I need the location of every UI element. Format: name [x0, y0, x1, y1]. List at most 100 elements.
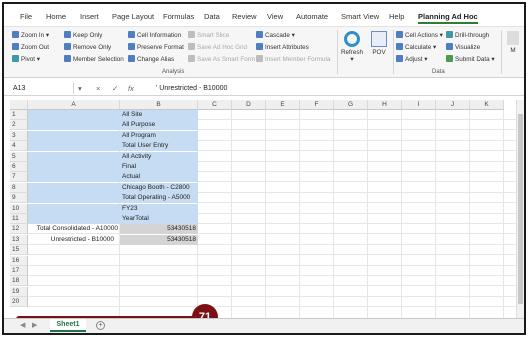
cell-b[interactable]: Actual: [120, 172, 198, 183]
cell-b[interactable]: FY23: [120, 203, 198, 214]
row-header[interactable]: 1: [10, 110, 28, 120]
column-header-a[interactable]: A: [28, 100, 120, 110]
select-all-corner[interactable]: [10, 100, 28, 110]
cell-a[interactable]: [28, 214, 120, 224]
cell-b[interactable]: [120, 276, 198, 286]
cell-a[interactable]: [28, 266, 120, 276]
tab-view[interactable]: View: [267, 12, 283, 21]
adjust-button[interactable]: Adjust ▾: [396, 55, 427, 63]
cell-b[interactable]: Final: [120, 162, 198, 172]
name-box[interactable]: A13: [10, 83, 74, 94]
column-header-f[interactable]: F: [300, 100, 334, 110]
cell-a[interactable]: [28, 141, 120, 152]
preserve-format-button[interactable]: Preserve Format: [128, 43, 184, 51]
cell-b[interactable]: 53430518: [120, 224, 198, 235]
cancel-icon[interactable]: ×: [96, 83, 100, 94]
sheet-tab-sheet1[interactable]: Sheet1: [50, 319, 86, 332]
next-sheet-icon[interactable]: ▶: [32, 321, 37, 329]
row-header[interactable]: 5: [10, 151, 28, 162]
pivot-button[interactable]: Pivot ▾: [12, 55, 40, 63]
row-header[interactable]: 18: [10, 276, 28, 287]
cell-a[interactable]: [28, 203, 120, 214]
formula-input[interactable]: ' Unrestricted - B10000: [156, 83, 227, 94]
column-header-k[interactable]: K: [470, 100, 504, 110]
row-header[interactable]: 2: [10, 120, 28, 131]
cell-a[interactable]: [28, 245, 120, 255]
cell-a[interactable]: [28, 130, 120, 141]
cell-a[interactable]: Total Consolidated - A10000: [28, 224, 120, 234]
tab-formulas[interactable]: Formulas: [163, 12, 194, 21]
cell-b[interactable]: 53430518: [120, 234, 198, 245]
visualize-button[interactable]: Visualize: [446, 43, 480, 51]
more-button[interactable]: M: [504, 31, 522, 54]
cell-b[interactable]: [120, 287, 198, 297]
tab-insert[interactable]: Insert: [80, 12, 99, 21]
row-header[interactable]: 11: [10, 214, 28, 224]
row-header[interactable]: 17: [10, 266, 28, 276]
column-header-b[interactable]: B: [120, 100, 198, 110]
column-header-h[interactable]: H: [368, 100, 402, 110]
column-header-c[interactable]: C: [198, 100, 232, 110]
cell-b[interactable]: Chicago Booth - C2800: [120, 182, 198, 193]
row-header[interactable]: 16: [10, 255, 28, 266]
cell-b[interactable]: All Site: [120, 110, 198, 120]
row-header[interactable]: 10: [10, 203, 28, 214]
cell-a[interactable]: [28, 256, 120, 266]
cell-b[interactable]: [120, 266, 198, 276]
cell-a[interactable]: [28, 182, 120, 193]
row-header[interactable]: 4: [10, 141, 28, 152]
row-header[interactable]: 13: [10, 234, 28, 245]
cell-information-button[interactable]: Cell Information: [128, 31, 181, 39]
cell-a[interactable]: [28, 110, 120, 120]
tab-planning-ad-hoc[interactable]: Planning Ad Hoc: [418, 12, 478, 24]
cell-b[interactable]: All Purpose: [120, 120, 198, 131]
cell-b[interactable]: All Activity: [120, 151, 198, 162]
tab-file[interactable]: File: [20, 12, 32, 21]
insert-attributes-button[interactable]: Insert Attributes: [256, 43, 309, 51]
column-header-e[interactable]: E: [266, 100, 300, 110]
cell-b[interactable]: [120, 245, 198, 255]
row-header[interactable]: 7: [10, 172, 28, 183]
add-sheet-icon[interactable]: +: [96, 321, 105, 330]
column-header-g[interactable]: G: [334, 100, 368, 110]
remove-only-button[interactable]: Remove Only: [64, 43, 111, 51]
smart-slice-button[interactable]: Smart Slice: [188, 31, 229, 39]
enter-icon[interactable]: ✓: [112, 83, 118, 94]
cell-b[interactable]: [120, 297, 198, 307]
cell-b[interactable]: [120, 256, 198, 266]
cell-b[interactable]: Total Operating - A5000: [120, 193, 198, 204]
cell-a[interactable]: [28, 151, 120, 162]
row-header[interactable]: 12: [10, 224, 28, 235]
row-header[interactable]: 20: [10, 297, 28, 308]
cell-b[interactable]: All Program: [120, 130, 198, 141]
drill-through-button[interactable]: Drill-through: [446, 31, 489, 39]
member-selection-button[interactable]: Member Selection: [64, 55, 124, 63]
calculate-button[interactable]: Calculate ▾: [396, 43, 436, 51]
submit-data-button[interactable]: Submit Data ▾: [446, 55, 495, 63]
name-box-dropdown-icon[interactable]: ▾: [78, 83, 82, 94]
save-as-smart-form-button[interactable]: Save As Smart Form: [188, 55, 255, 63]
row-header[interactable]: 15: [10, 245, 28, 256]
tab-review[interactable]: Review: [232, 12, 257, 21]
column-header-i[interactable]: I: [402, 100, 436, 110]
tab-smart-view[interactable]: Smart View: [341, 12, 379, 21]
cell-a[interactable]: [28, 120, 120, 131]
cell-actions-button[interactable]: Cell Actions ▾: [396, 31, 443, 39]
row-header[interactable]: 8: [10, 182, 28, 193]
pov-button[interactable]: POV: [367, 31, 391, 56]
tab-home[interactable]: Home: [46, 12, 66, 21]
cell-a[interactable]: [28, 276, 120, 286]
tab-help[interactable]: Help: [389, 12, 404, 21]
row-header[interactable]: 9: [10, 193, 28, 204]
save-ad-hoc-grid-button[interactable]: Save Ad Hoc Grid: [188, 43, 247, 51]
tab-data[interactable]: Data: [204, 12, 220, 21]
vertical-scrollbar[interactable]: [516, 100, 524, 318]
cascade-button[interactable]: Cascade ▾: [256, 31, 295, 39]
column-header-j[interactable]: J: [436, 100, 470, 110]
scrollbar-thumb[interactable]: [518, 114, 523, 304]
row-header[interactable]: 19: [10, 286, 28, 297]
column-header-d[interactable]: D: [232, 100, 266, 110]
tab-page-layout[interactable]: Page Layout: [112, 12, 154, 21]
zoom-in-button[interactable]: Zoom In ▾: [12, 31, 49, 39]
prev-sheet-icon[interactable]: ◀: [20, 321, 25, 329]
